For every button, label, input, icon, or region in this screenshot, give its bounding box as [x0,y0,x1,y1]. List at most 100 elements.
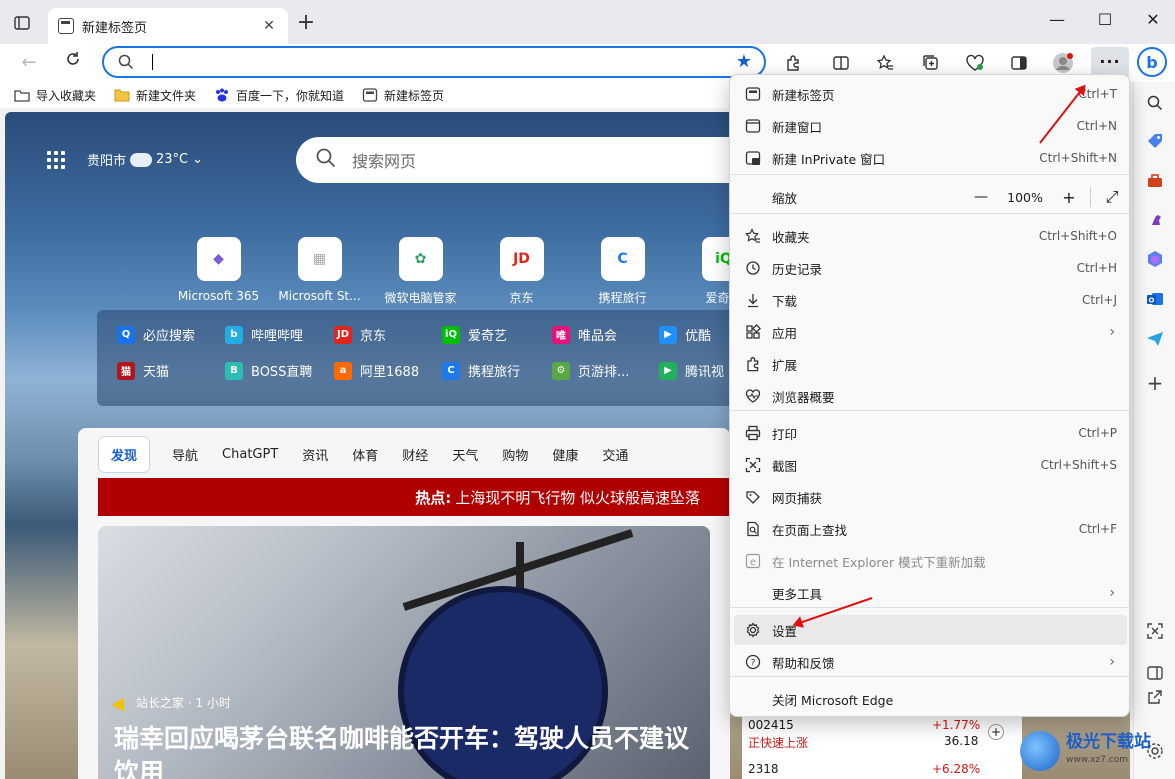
stock-change: +1.77% [932,718,981,732]
favorite-folder[interactable]: 新建文件夹 [114,87,196,104]
top-site-tile[interactable]: ◆ Microsoft 365 [168,237,269,306]
menu-item[interactable]: 更多工具 › [734,578,1127,608]
feed-tab[interactable]: ChatGPT [222,447,278,462]
drop-send-icon[interactable] [1144,328,1166,350]
maximize-button[interactable]: ☐ [1093,8,1117,32]
feed-tab[interactable]: 天气 [452,445,478,464]
quick-link-icon: a [334,361,352,380]
tab-actions-icon[interactable] [10,11,34,35]
sidebar-toggle-icon[interactable] [1006,50,1032,76]
close-window-button[interactable]: ✕ [1141,8,1165,32]
microsoft-365-icon[interactable] [1144,248,1166,270]
outlook-icon[interactable]: O [1144,288,1166,310]
performance-heart-icon[interactable] [962,50,988,76]
menu-item[interactable]: 扩展 [734,349,1127,379]
tools-toolbox-icon[interactable] [1144,170,1166,192]
top-site-tile[interactable]: ▦ Microsoft St... [269,237,370,306]
menu-item[interactable]: 新建窗口 Ctrl+N [734,111,1127,141]
web-search-box[interactable]: 搜索网页 [296,137,756,183]
quick-link[interactable]: b 哔哩哔哩 [225,325,303,344]
split-screen-icon[interactable] [828,50,854,76]
refresh-button[interactable] [60,50,86,76]
favorite-import[interactable]: 导入收藏夹 [14,87,96,104]
menu-item[interactable]: 应用 › [734,317,1127,347]
quick-link[interactable]: Q 必应搜索 [117,325,195,344]
favorite-baidu[interactable]: 百度一下，你就知道 [214,87,344,104]
menu-item[interactable]: 网页捕获 [734,482,1127,512]
menu-item[interactable]: 收藏夹 Ctrl+Shift+O [734,221,1127,251]
feed-tab[interactable]: 体育 [352,445,378,464]
article-headline: 瑞幸回应喝茅台联名咖啡能否开车：驾驶人员不建议饮用 [114,724,690,779]
stock-code: 2318 [748,762,779,776]
menu-item[interactable]: 打印 Ctrl+P [734,418,1127,448]
zoom-in-button[interactable]: + [1054,188,1084,207]
watermark-logo-icon [1020,731,1060,771]
address-bar[interactable]: ★ [102,46,766,78]
top-site-tile[interactable]: ✿ 微软电脑管家 [370,237,471,306]
feed-tab[interactable]: 财经 [402,445,428,464]
quick-link-label: 页游排... [578,365,630,380]
favorites-toolbar-icon[interactable] [872,50,898,76]
app-launcher-icon[interactable] [47,150,65,169]
featured-article[interactable]: 站长之家 · 1 小时 瑞幸回应喝茅台联名咖啡能否开车：驾驶人员不建议饮用 [98,526,710,779]
add-sidebar-app-icon[interactable]: + [1144,371,1166,395]
menu-item[interactable]: 缩放 —100% + ⤢ [734,182,1127,212]
stock-widget[interactable]: 002415 正快速上涨 +1.77% 36.18 + 2318 +6.28% [742,708,1022,779]
favorite-label: 新建标签页 [384,88,445,103]
new-tab-button[interactable]: + [294,12,318,36]
menu-item[interactable]: 下载 Ctrl+J [734,285,1127,315]
quick-link[interactable]: JD 京东 [334,325,386,344]
sidebar-panel-icon[interactable] [1144,662,1166,684]
sidebar-search-icon[interactable] [1144,92,1166,114]
menu-item[interactable]: 关闭 Microsoft Edge [734,684,1127,714]
quick-link[interactable]: B BOSS直聘 [225,361,312,380]
menu-item[interactable]: 新建 InPrivate 窗口 Ctrl+Shift+N [734,143,1127,173]
collections-icon[interactable] [918,50,944,76]
quick-link[interactable]: a 阿里1688 [334,361,419,380]
quick-link[interactable]: 唯唯品会 [552,325,617,344]
menu-item[interactable]: ? 帮助和反馈 › [734,647,1127,677]
text-cursor [152,54,153,70]
menu-item[interactable]: 截图 Ctrl+Shift+S [734,450,1127,480]
quick-link[interactable]: ⚙ 页游排... [552,361,629,380]
top-site-tile[interactable]: C 携程旅行 [572,237,673,306]
quick-link[interactable]: 猫天猫 [117,361,169,380]
menu-item[interactable]: e 在 Internet Explorer 模式下重新加载 [734,546,1127,576]
bing-copilot-icon[interactable]: b [1137,47,1167,77]
tab-close-icon[interactable]: ✕ [260,18,278,34]
extensions-toolbar-icon[interactable] [780,50,806,76]
add-stock-icon[interactable]: + [988,724,1004,740]
screenshot-sidebar-icon[interactable] [1144,620,1166,642]
weather-city: 贵阳市 [87,154,127,169]
add-favorite-star-icon[interactable]: ★ [736,51,752,72]
browser-tab[interactable]: 新建标签页 ✕ [48,8,288,44]
menu-item[interactable]: 历史记录 Ctrl+H [734,253,1127,283]
quick-link-label: 天猫 [143,365,170,380]
games-chess-icon[interactable] [1144,208,1166,230]
feed-tab[interactable]: 购物 [502,445,528,464]
shopping-tag-icon[interactable] [1144,130,1166,152]
menu-item[interactable]: 在页面上查找 Ctrl+F [734,514,1127,544]
back-button[interactable]: ← [16,50,42,76]
top-site-tile[interactable]: JD 京东 [471,237,572,306]
zoom-out-button[interactable]: — [966,189,996,205]
quick-link[interactable]: ▶ 优酷 [659,325,711,344]
feed-tab[interactable]: 导航 [172,445,198,464]
top-sites: ◆ Microsoft 365 ▦ Microsoft St... ✿ 微软电脑管家 JD 京… [168,237,774,306]
quick-link[interactable]: iQ 爱奇艺 [442,325,507,344]
external-link-icon[interactable] [1144,686,1166,708]
feed-tab[interactable]: 交通 [602,445,628,464]
menu-item[interactable]: 浏览器概要 [734,381,1127,411]
quick-link[interactable]: ▶ 腾讯视 [659,361,724,380]
minimize-button[interactable]: — [1045,8,1069,32]
hot-label: 热点: [415,488,452,507]
fullscreen-button[interactable]: ⤢ [1097,187,1127,207]
feed-tab[interactable]: 资讯 [302,445,328,464]
profile-avatar-icon[interactable] [1050,50,1076,76]
favorite-new-tab[interactable]: 新建标签页 [362,87,444,104]
feed-tab[interactable]: 发现 [98,436,151,473]
hot-news-banner[interactable]: 热点: 上海现不明飞行物 似火球般高速坠落 [98,478,730,516]
feed-tab[interactable]: 健康 [552,445,578,464]
quick-link[interactable]: C 携程旅行 [442,361,520,380]
weather-widget[interactable]: 贵阳市 23°C ⌄ [47,148,203,169]
